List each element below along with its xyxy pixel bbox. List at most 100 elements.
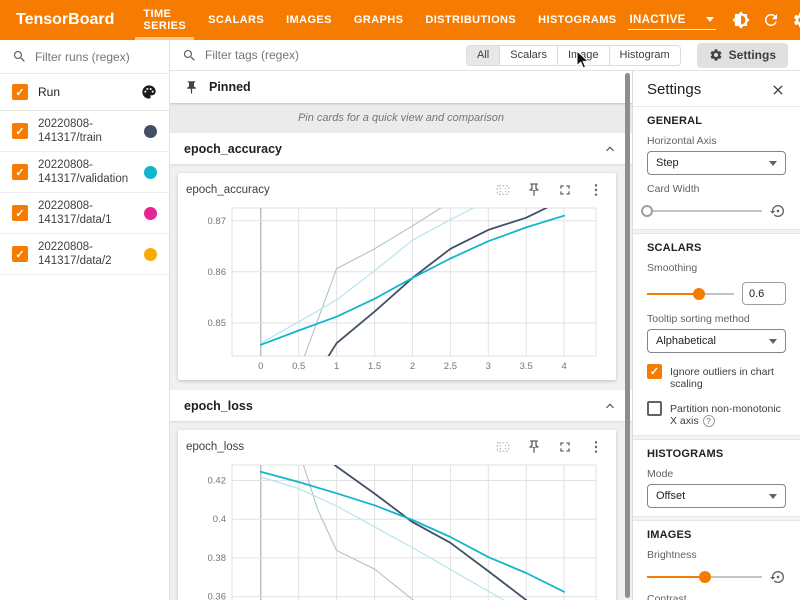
app-header: TensorBoard TIME SERIES SCALARS IMAGES G…: [0, 0, 800, 40]
svg-text:2: 2: [410, 361, 415, 372]
filter-all-button[interactable]: All: [467, 46, 499, 65]
gear-icon: [709, 48, 723, 62]
run-color-dot: [144, 125, 157, 138]
run-color-dot: [144, 166, 157, 179]
images-section: IMAGES Brightness Contrast: [633, 521, 800, 600]
svg-text:0.42: 0.42: [208, 475, 227, 486]
svg-text:0.38: 0.38: [208, 553, 227, 564]
help-icon[interactable]: ?: [703, 415, 715, 427]
run-row-validation[interactable]: 20220808-141317/validation: [0, 152, 169, 193]
contrast-icon[interactable]: [726, 5, 756, 35]
nav-tabs: TIME SERIES SCALARS IMAGES GRAPHS DISTRI…: [132, 0, 627, 40]
run-checkbox[interactable]: [12, 123, 28, 139]
tab-histograms[interactable]: HISTOGRAMS: [527, 0, 627, 40]
section-epoch-accuracy[interactable]: epoch_accuracy: [170, 133, 632, 164]
svg-text:0.86: 0.86: [208, 267, 227, 278]
card-width-slider[interactable]: [647, 204, 762, 218]
search-icon: [182, 48, 197, 63]
runs-filter-row: [0, 40, 169, 74]
reset-icon[interactable]: [770, 203, 786, 219]
more-icon[interactable]: [588, 439, 604, 455]
histogram-mode-select[interactable]: Offset: [647, 484, 786, 508]
tags-toolbar: All Scalars Image Histogram Settings: [170, 40, 800, 71]
section-title: epoch_loss: [184, 399, 253, 413]
refresh-icon[interactable]: [756, 5, 786, 35]
filter-scalars-button[interactable]: Scalars: [499, 46, 557, 65]
palette-icon[interactable]: [141, 84, 157, 100]
svg-text:4: 4: [562, 361, 567, 372]
svg-text:0.36: 0.36: [208, 592, 227, 600]
ignore-outliers-row[interactable]: Ignore outliers in chart scaling: [647, 364, 786, 390]
chevron-down-icon: [706, 17, 714, 22]
card-zone: epoch_loss 00.511.522.533.540.420.40.380…: [170, 421, 632, 600]
reload-status-value: INACTIVE: [630, 14, 686, 26]
fit-to-data-icon[interactable]: [495, 439, 511, 455]
tooltip-sorting-select[interactable]: Alphabetical: [647, 329, 786, 353]
smoothing-slider[interactable]: [647, 287, 734, 301]
filter-tags-input[interactable]: [205, 48, 355, 62]
smoothing-label: Smoothing: [647, 262, 786, 274]
header-actions: INACTIVE: [628, 0, 800, 40]
histograms-heading: HISTOGRAMS: [647, 448, 786, 460]
settings-gear-icon[interactable]: [786, 5, 800, 35]
pin-icon[interactable]: [526, 182, 542, 198]
svg-text:0.85: 0.85: [208, 318, 227, 329]
partition-x-axis-checkbox[interactable]: [647, 401, 662, 416]
general-section: GENERAL Horizontal Axis Step Card Width: [633, 107, 800, 229]
run-row-data2[interactable]: 20220808-141317/data/2: [0, 234, 169, 275]
filter-runs-input[interactable]: [35, 50, 155, 64]
run-checkbox[interactable]: [12, 246, 28, 262]
tooltip-sorting-label: Tooltip sorting method: [647, 313, 786, 325]
settings-panel: Settings GENERAL Horizontal Axis Step Ca…: [632, 71, 800, 600]
run-row-data1[interactable]: 20220808-141317/data/1: [0, 193, 169, 234]
reload-status-dropdown[interactable]: INACTIVE: [628, 11, 716, 30]
tab-images[interactable]: IMAGES: [275, 0, 343, 40]
ignore-outliers-checkbox[interactable]: [647, 364, 662, 379]
general-heading: GENERAL: [647, 115, 786, 127]
epoch-accuracy-chart[interactable]: 00.511.522.533.540.850.860.87: [186, 203, 606, 373]
section-epoch-loss[interactable]: epoch_loss: [170, 390, 632, 421]
runs-header-row: Run: [0, 74, 169, 111]
chevron-up-icon[interactable]: [602, 398, 618, 414]
tab-graphs[interactable]: GRAPHS: [343, 0, 414, 40]
fit-to-data-icon[interactable]: [495, 182, 511, 198]
close-icon[interactable]: [770, 82, 786, 98]
scalars-section: SCALARS Smoothing Tooltip sorting method…: [633, 234, 800, 435]
settings-button[interactable]: Settings: [697, 43, 788, 68]
smoothing-value-input[interactable]: [742, 282, 786, 305]
tab-time-series[interactable]: TIME SERIES: [132, 0, 197, 40]
svg-text:0.87: 0.87: [208, 216, 227, 227]
run-checkbox[interactable]: [12, 164, 28, 180]
horizontal-axis-select[interactable]: Step: [647, 151, 786, 175]
tag-type-filter-group: All Scalars Image Histogram: [466, 45, 681, 66]
card-zone: epoch_accuracy 00.511.522.533.540.850.86…: [170, 164, 632, 390]
tab-distributions[interactable]: DISTRIBUTIONS: [414, 0, 527, 40]
fullscreen-icon[interactable]: [557, 439, 573, 455]
pinned-empty-hint: Pin cards for a quick view and compariso…: [170, 103, 632, 133]
epoch-loss-chart[interactable]: 00.511.522.533.540.420.40.380.36: [186, 460, 606, 600]
horizontal-axis-label: Horizontal Axis: [647, 135, 786, 147]
pin-icon[interactable]: [526, 439, 542, 455]
fullscreen-icon[interactable]: [557, 182, 573, 198]
card-title: epoch_loss: [186, 441, 244, 453]
partition-x-axis-row[interactable]: Partition non-monotonic X axis?: [647, 401, 786, 427]
run-checkbox[interactable]: [12, 205, 28, 221]
images-heading: IMAGES: [647, 529, 786, 541]
run-label: 20220808-141317/train: [38, 117, 102, 145]
run-row-train[interactable]: 20220808-141317/train: [0, 111, 169, 152]
reset-icon[interactable]: [770, 569, 786, 585]
app-logo: TensorBoard: [0, 0, 132, 40]
svg-text:1: 1: [334, 361, 339, 372]
select-all-runs-checkbox[interactable]: [12, 84, 28, 100]
vertical-scrollbar[interactable]: [625, 73, 630, 598]
epoch-loss-card: epoch_loss 00.511.522.533.540.420.40.380…: [178, 430, 616, 600]
filter-image-button[interactable]: Image: [557, 46, 609, 65]
more-icon[interactable]: [588, 182, 604, 198]
brightness-slider[interactable]: [647, 570, 762, 584]
pinned-section-header: Pinned: [170, 71, 632, 103]
run-label: 20220808-141317/data/2: [38, 240, 112, 268]
run-label: 20220808-141317/validation: [38, 158, 128, 186]
filter-histogram-button[interactable]: Histogram: [609, 46, 680, 65]
chevron-up-icon[interactable]: [602, 141, 618, 157]
tab-scalars[interactable]: SCALARS: [197, 0, 275, 40]
